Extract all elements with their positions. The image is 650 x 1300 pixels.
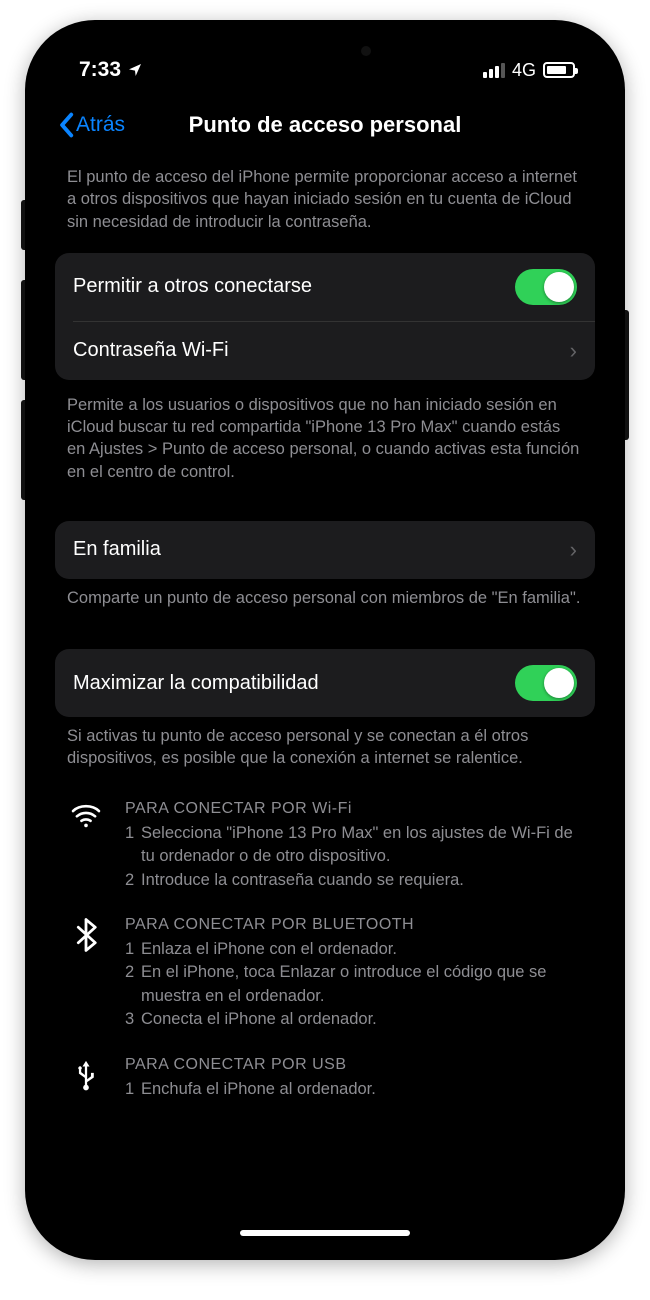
back-label: Atrás xyxy=(76,113,125,137)
group-family: En familia › xyxy=(55,521,595,579)
status-time: 7:33 xyxy=(79,58,121,82)
row-label: Contraseña Wi-Fi xyxy=(73,339,229,362)
toggle-maximize-compat[interactable] xyxy=(515,665,577,701)
instr-title: PARA CONECTAR POR Wi-Fi xyxy=(125,800,583,818)
row-wifi-password[interactable]: Contraseña Wi-Fi › xyxy=(73,321,595,380)
content: El punto de acceso del iPhone permite pr… xyxy=(39,152,611,1141)
group-compat: Maximizar la compatibilidad xyxy=(55,649,595,717)
row-label: Maximizar la compatibilidad xyxy=(73,672,319,695)
instr-line: En el iPhone, toca Enlazar o introduce e… xyxy=(141,961,583,1008)
section-desc-allow: Permite a los usuarios o dispositivos qu… xyxy=(39,380,611,493)
bluetooth-icon xyxy=(69,916,103,1032)
chevron-left-icon xyxy=(57,112,75,138)
back-button[interactable]: Atrás xyxy=(57,112,125,138)
section-desc-compat: Si activas tu punto de acceso personal y… xyxy=(39,717,611,780)
group-main: Permitir a otros conectarse Contraseña W… xyxy=(55,253,595,380)
instr-line: Introduce la contraseña cuando se requie… xyxy=(141,869,464,892)
battery-icon xyxy=(543,62,575,78)
location-icon xyxy=(127,62,143,78)
toggle-allow-others[interactable] xyxy=(515,269,577,305)
row-label: En familia xyxy=(73,538,161,561)
instr-title: PARA CONECTAR POR BLUETOOTH xyxy=(125,916,583,934)
section-desc-intro: El punto de acceso del iPhone permite pr… xyxy=(39,152,611,243)
chevron-right-icon: › xyxy=(570,338,577,364)
row-label: Permitir a otros conectarse xyxy=(73,275,312,298)
row-maximize-compat[interactable]: Maximizar la compatibilidad xyxy=(55,649,595,717)
instr-title: PARA CONECTAR POR USB xyxy=(125,1056,583,1074)
home-indicator[interactable] xyxy=(240,1230,410,1236)
usb-icon xyxy=(69,1056,103,1101)
row-family[interactable]: En familia › xyxy=(55,521,595,579)
network-label: 4G xyxy=(512,60,536,81)
signal-icon xyxy=(483,63,505,78)
notch xyxy=(230,34,420,68)
instr-line: Selecciona "iPhone 13 Pro Max" en los aj… xyxy=(141,822,583,869)
instruction-bluetooth: PARA CONECTAR POR BLUETOOTH 1Enlaza el i… xyxy=(39,896,611,1036)
chevron-right-icon: › xyxy=(570,537,577,563)
instr-line: Enlaza el iPhone con el ordenador. xyxy=(141,938,397,961)
instr-line: Enchufa el iPhone al ordenador. xyxy=(141,1078,376,1101)
instruction-wifi: PARA CONECTAR POR Wi-Fi 1Selecciona "iPh… xyxy=(39,780,611,896)
section-desc-family: Comparte un punto de acceso personal con… xyxy=(39,579,611,619)
row-allow-others[interactable]: Permitir a otros conectarse xyxy=(55,253,595,321)
instr-line: Conecta el iPhone al ordenador. xyxy=(141,1008,377,1031)
wifi-icon xyxy=(69,800,103,892)
nav-bar: Atrás Punto de acceso personal xyxy=(39,88,611,152)
screen: 7:33 4G Atrás Punto de acceso personal E… xyxy=(39,34,611,1246)
instruction-usb: PARA CONECTAR POR USB 1Enchufa el iPhone… xyxy=(39,1036,611,1101)
phone-frame: 7:33 4G Atrás Punto de acceso personal E… xyxy=(25,20,625,1260)
